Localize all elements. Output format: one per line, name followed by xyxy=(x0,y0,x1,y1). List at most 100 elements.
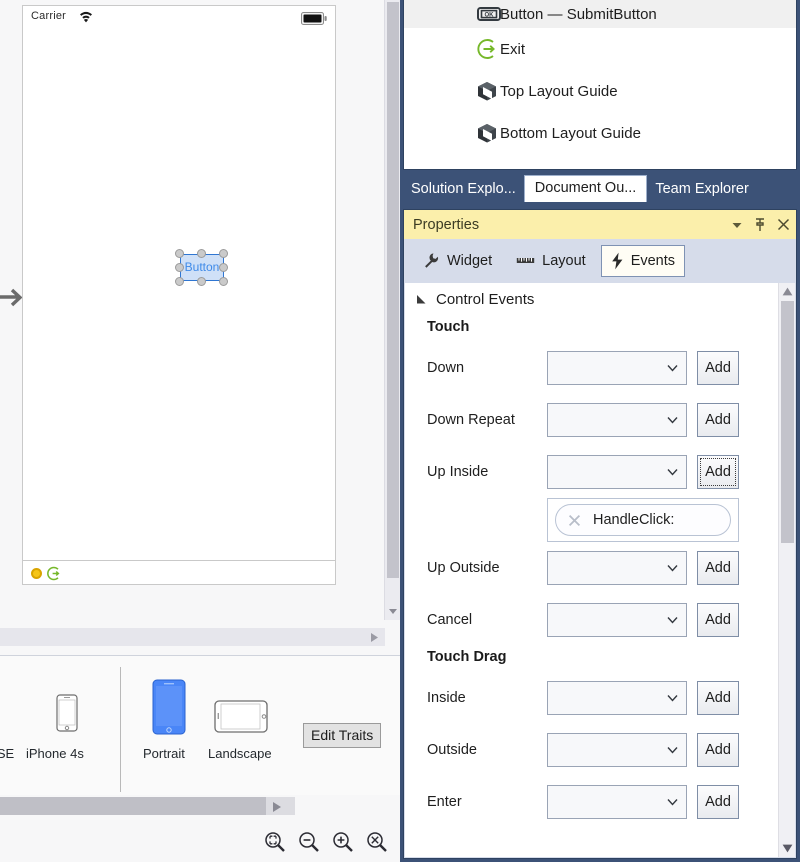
chevron-down-icon xyxy=(667,365,678,372)
chevron-up-icon[interactable] xyxy=(782,287,793,296)
zoom-actual-size-icon[interactable] xyxy=(366,831,388,853)
event-label: Up Inside xyxy=(427,464,489,480)
event-handler-select[interactable] xyxy=(547,603,687,637)
remove-x-icon[interactable] xyxy=(568,514,581,527)
design-canvas[interactable]: Carrier Button xyxy=(0,0,400,620)
event-row-down: Down Add xyxy=(405,342,777,394)
selection-handle-sw[interactable] xyxy=(175,277,184,286)
event-row-down-repeat: Down Repeat Add xyxy=(405,394,777,446)
chevron-down-icon[interactable] xyxy=(388,606,398,616)
chevron-right-icon[interactable] xyxy=(370,632,379,643)
selection-handle-ne[interactable] xyxy=(219,249,228,258)
device-option-iphone-4s[interactable]: iPhone 4s xyxy=(26,746,84,761)
properties-vertical-scrollbar[interactable] xyxy=(778,283,795,857)
chevron-down-icon xyxy=(667,469,678,476)
chevron-down-icon[interactable] xyxy=(782,844,793,853)
iphone-portrait-icon[interactable] xyxy=(152,679,186,735)
layout-guide-icon xyxy=(478,82,496,101)
event-row-cancel: Cancel Add xyxy=(405,594,777,646)
event-label: Inside xyxy=(427,690,466,706)
layout-guide-icon xyxy=(478,124,496,143)
canvas-vertical-scrollbar[interactable] xyxy=(384,0,400,620)
event-handler-select[interactable] xyxy=(547,455,687,489)
add-handler-button[interactable]: Add xyxy=(697,681,739,715)
exit-icon xyxy=(477,39,495,59)
tab-widget[interactable]: Widget xyxy=(414,246,501,275)
canvas-horizontal-scrollbar[interactable] xyxy=(0,628,385,646)
outline-item-label: Bottom Layout Guide xyxy=(500,124,641,142)
event-label: Outside xyxy=(427,742,477,758)
orientation-portrait[interactable]: Portrait xyxy=(143,746,185,761)
device-option-se[interactable]: e SE xyxy=(0,746,14,761)
add-handler-button[interactable]: Add xyxy=(697,351,739,385)
add-handler-button[interactable]: Add xyxy=(697,551,739,585)
wrench-icon xyxy=(425,253,439,268)
chevron-right-icon[interactable] xyxy=(272,801,283,813)
tab-solution-explorer[interactable]: Solution Explo... xyxy=(403,177,524,202)
outline-item-label: Top Layout Guide xyxy=(500,82,618,100)
control-events-label: Control Events xyxy=(436,291,535,308)
exit-icon[interactable] xyxy=(47,566,62,581)
iphone-se-icon[interactable] xyxy=(56,694,78,732)
event-handler-select[interactable] xyxy=(547,785,687,819)
add-handler-button[interactable]: Add xyxy=(697,733,739,767)
status-bar: Carrier xyxy=(23,6,335,30)
event-handler-select[interactable] xyxy=(547,681,687,715)
ruler-icon xyxy=(516,258,535,263)
event-handler-select[interactable] xyxy=(547,551,687,585)
zoom-to-fit-icon[interactable] xyxy=(264,831,286,853)
outline-item-button[interactable]: OK Button — SubmitButton xyxy=(404,0,796,28)
event-handler-select[interactable] xyxy=(547,351,687,385)
pin-icon[interactable] xyxy=(754,217,766,232)
add-handler-button[interactable]: Add xyxy=(697,403,739,437)
tool-window-column: OK Button — SubmitButton Exit Top Layout… xyxy=(400,0,800,862)
tab-document-outline[interactable]: Document Ou... xyxy=(523,175,648,202)
outline-item-exit[interactable]: Exit xyxy=(404,28,796,70)
group-header-touch-drag: Touch Drag xyxy=(427,649,507,665)
toolbar-divider xyxy=(120,667,121,792)
control-events-header[interactable]: Control Events xyxy=(405,283,777,316)
edit-traits-button[interactable]: Edit Traits xyxy=(303,723,382,748)
selection-handle-se[interactable] xyxy=(219,277,228,286)
outline-item-top-layout-guide[interactable]: Top Layout Guide xyxy=(404,70,796,112)
tab-layout[interactable]: Layout xyxy=(507,247,595,275)
iphone-landscape-icon[interactable] xyxy=(214,700,268,733)
orientation-landscape[interactable]: Landscape xyxy=(208,746,272,761)
chevron-down-icon xyxy=(667,799,678,806)
document-outline-panel: OK Button — SubmitButton Exit Top Layout… xyxy=(403,0,797,170)
group-header-touch: Touch xyxy=(427,319,470,335)
handler-chip[interactable]: HandleClick: xyxy=(555,504,731,536)
add-handler-button[interactable]: Add xyxy=(697,603,739,637)
event-label: Enter xyxy=(427,794,462,810)
ok-button-icon: OK xyxy=(477,7,501,21)
properties-scroll-thumb[interactable] xyxy=(781,301,794,543)
outline-item-bottom-layout-guide[interactable]: Bottom Layout Guide xyxy=(404,112,796,154)
selection-handle-nw[interactable] xyxy=(175,249,184,258)
event-handler-select[interactable] xyxy=(547,733,687,767)
event-row-enter: Enter Add xyxy=(405,776,777,828)
device-bar-scroll-thumb[interactable] xyxy=(0,797,266,815)
tab-events[interactable]: Events xyxy=(600,244,686,277)
zoom-in-icon[interactable] xyxy=(332,831,354,853)
device-bar-horizontal-scrollbar[interactable] xyxy=(0,797,295,815)
tab-team-explorer[interactable]: Team Explorer xyxy=(647,177,756,202)
selection-handle-w[interactable] xyxy=(175,263,184,272)
selection-handle-s[interactable] xyxy=(197,277,206,286)
close-icon[interactable] xyxy=(777,218,790,231)
assigned-handlers-container: HandleClick: xyxy=(547,498,739,542)
selection-handle-e[interactable] xyxy=(219,263,228,272)
selection-handle-n[interactable] xyxy=(197,249,206,258)
battery-icon xyxy=(301,12,327,25)
iphone-preview[interactable]: Carrier Button xyxy=(22,5,336,585)
add-handler-button[interactable]: Add xyxy=(697,785,739,819)
canvas-vscroll-thumb[interactable] xyxy=(387,2,399,578)
triangle-expanded-icon[interactable] xyxy=(416,294,427,305)
zoom-out-icon[interactable] xyxy=(298,831,320,853)
chevron-down-icon xyxy=(667,747,678,754)
add-handler-button[interactable]: Add xyxy=(697,455,739,489)
page-title: Properties xyxy=(413,216,480,233)
view-controller-icon[interactable] xyxy=(31,568,42,579)
event-handler-select[interactable] xyxy=(547,403,687,437)
tab-events-label: Events xyxy=(630,252,676,269)
window-menu-chevron-icon[interactable] xyxy=(731,219,743,231)
